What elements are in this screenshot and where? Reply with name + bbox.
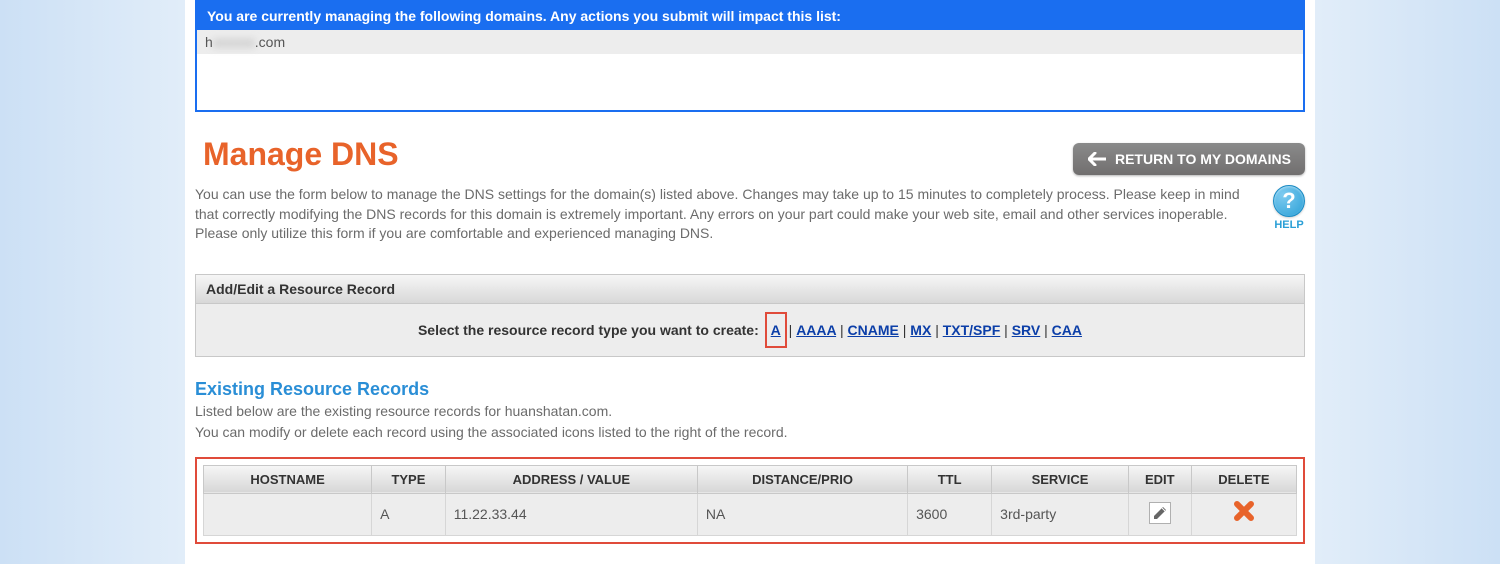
add-edit-panel: Add/Edit a Resource Record Select the re… bbox=[195, 274, 1305, 357]
intro-row: You can use the form below to manage the… bbox=[195, 185, 1305, 244]
domain-redacted: xxxxxx bbox=[213, 34, 255, 50]
banner-header-text: You are currently managing the following… bbox=[197, 2, 1303, 30]
add-edit-header: Add/Edit a Resource Record bbox=[196, 275, 1304, 304]
managing-domains-banner: You are currently managing the following… bbox=[195, 0, 1305, 112]
banner-body: hxxxxxx.com bbox=[197, 30, 1303, 110]
existing-records-line1: Listed below are the existing resource r… bbox=[195, 402, 1305, 422]
record-type-aaaa-link[interactable]: AAAA bbox=[796, 322, 836, 338]
return-to-domains-button[interactable]: RETURN TO MY DOMAINS bbox=[1073, 143, 1305, 175]
domain-prefix: h bbox=[205, 34, 213, 50]
record-type-a-link[interactable]: A bbox=[771, 322, 781, 338]
th-distance: DISTANCE/PRIO bbox=[697, 465, 907, 493]
add-edit-body: Select the resource record type you want… bbox=[196, 304, 1304, 356]
records-table-highlight: HOSTNAME TYPE ADDRESS / VALUE DISTANCE/P… bbox=[195, 457, 1305, 544]
cell-type: A bbox=[372, 493, 446, 535]
record-type-txtspf-link[interactable]: TXT/SPF bbox=[943, 322, 1001, 338]
cell-address: 11.22.33.44 bbox=[445, 493, 697, 535]
page-title: Manage DNS bbox=[195, 132, 399, 185]
cell-edit bbox=[1128, 493, 1191, 535]
record-type-caa-link[interactable]: CAA bbox=[1052, 322, 1082, 338]
help-button[interactable]: ? HELP bbox=[1273, 185, 1305, 231]
return-button-label: RETURN TO MY DOMAINS bbox=[1115, 151, 1291, 167]
record-type-cname-link[interactable]: CNAME bbox=[848, 322, 899, 338]
domain-list-item: hxxxxxx.com bbox=[197, 30, 1303, 54]
page-container: You are currently managing the following… bbox=[185, 0, 1315, 564]
th-address: ADDRESS / VALUE bbox=[445, 465, 697, 493]
existing-records-heading: Existing Resource Records bbox=[195, 379, 1305, 400]
th-ttl: TTL bbox=[908, 465, 992, 493]
a-record-highlight: A bbox=[765, 312, 787, 348]
x-icon bbox=[1233, 500, 1255, 522]
title-row: Manage DNS RETURN TO MY DOMAINS bbox=[195, 132, 1305, 185]
help-label: HELP bbox=[1274, 219, 1303, 231]
table-row: A 11.22.33.44 NA 3600 3rd-party bbox=[204, 493, 1297, 535]
th-type: TYPE bbox=[372, 465, 446, 493]
th-service: SERVICE bbox=[992, 465, 1129, 493]
cell-ttl: 3600 bbox=[908, 493, 992, 535]
cell-delete bbox=[1191, 493, 1296, 535]
cell-distance: NA bbox=[697, 493, 907, 535]
record-type-mx-link[interactable]: MX bbox=[910, 322, 931, 338]
record-type-srv-link[interactable]: SRV bbox=[1012, 322, 1041, 338]
existing-records-line2: You can modify or delete each record usi… bbox=[195, 423, 1305, 443]
help-icon: ? bbox=[1273, 185, 1305, 217]
delete-record-button[interactable] bbox=[1233, 500, 1255, 529]
edit-record-button[interactable] bbox=[1149, 502, 1171, 524]
cell-hostname bbox=[204, 493, 372, 535]
th-hostname: HOSTNAME bbox=[204, 465, 372, 493]
record-type-prompt: Select the resource record type you want… bbox=[418, 322, 759, 338]
th-edit: EDIT bbox=[1128, 465, 1191, 493]
cell-service: 3rd-party bbox=[992, 493, 1129, 535]
domain-suffix: .com bbox=[255, 34, 285, 50]
intro-text: You can use the form below to manage the… bbox=[195, 185, 1253, 244]
records-table: HOSTNAME TYPE ADDRESS / VALUE DISTANCE/P… bbox=[203, 465, 1297, 536]
th-delete: DELETE bbox=[1191, 465, 1296, 493]
arrow-left-icon bbox=[1087, 149, 1107, 169]
pencil-icon bbox=[1151, 504, 1169, 522]
